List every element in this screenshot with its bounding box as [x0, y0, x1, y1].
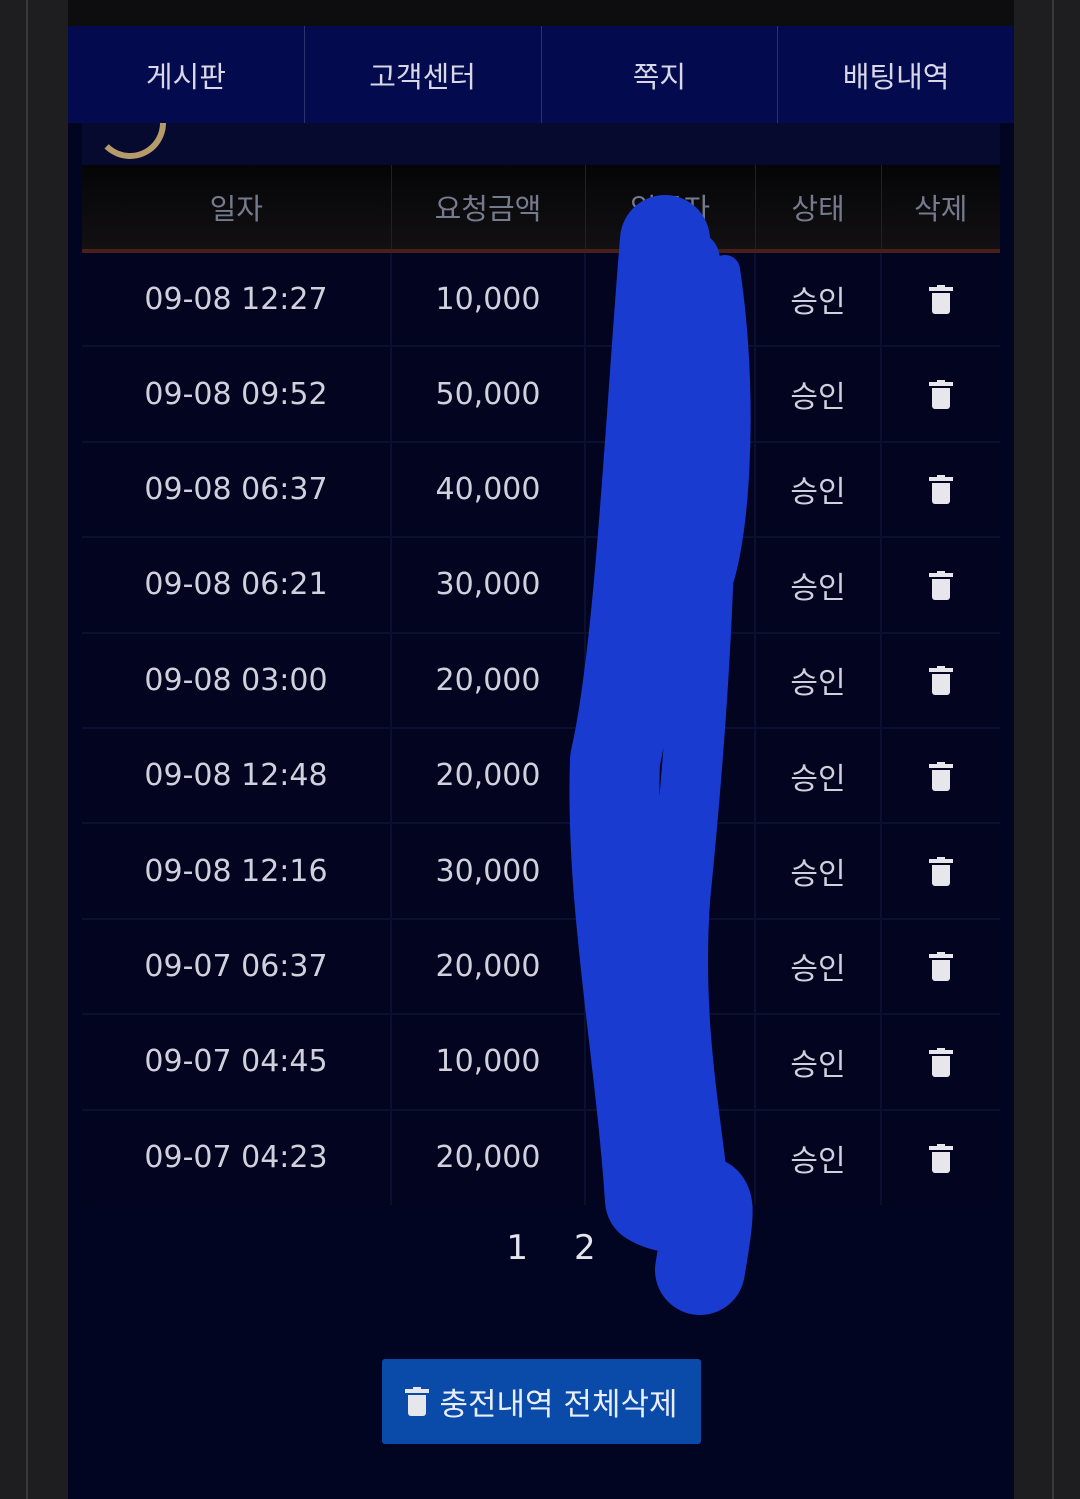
cell-depositor [585, 917, 756, 1015]
charge-history-table: 일자 요청금액 입금자 상태 삭제 09-08 12:27 10,000 승인 09-… [82, 165, 1000, 1205]
trash-icon[interactable] [929, 1143, 953, 1174]
cell-delete [881, 249, 1000, 347]
cell-status: 승인 [755, 345, 882, 442]
table-row: 09-08 12:48 20,000 승인 [82, 726, 1000, 824]
cell-date: 09-08 12:16 [82, 822, 392, 919]
trash-icon[interactable] [929, 285, 953, 315]
header-date: 일자 [82, 165, 392, 253]
cell-status: 승인 [755, 1013, 882, 1110]
cell-amount: 40,000 [391, 440, 586, 538]
cell-depositor [585, 1013, 756, 1110]
cell-date: 09-07 04:45 [82, 1013, 392, 1110]
cell-status: 승인 [755, 440, 882, 538]
cell-amount: 30,000 [391, 822, 586, 919]
cell-status: 승인 [755, 631, 882, 728]
cell-date: 09-07 04:23 [82, 1108, 392, 1205]
cell-amount: 10,000 [391, 249, 586, 347]
cell-amount: 20,000 [391, 631, 586, 728]
header-status: 상태 [755, 165, 882, 253]
cell-delete [881, 440, 1000, 538]
cell-delete [881, 917, 1000, 1015]
trash-icon[interactable] [929, 666, 953, 696]
cell-date: 09-08 09:52 [82, 345, 392, 442]
left-frame [0, 0, 68, 1499]
cell-depositor [585, 440, 756, 538]
cell-status: 승인 [755, 249, 882, 347]
cell-amount: 20,000 [391, 1108, 586, 1205]
cell-date: 09-08 12:27 [82, 249, 392, 347]
cell-depositor [585, 345, 756, 442]
nav-item-bet-history[interactable]: 배팅내역 [778, 26, 1014, 123]
ring-icon [94, 123, 166, 159]
main-nav: 게시판 고객센터 쪽지 배팅내역 [68, 26, 1014, 123]
delete-all-label: 충전내역 전체삭제 [439, 1387, 678, 1423]
table-row: 09-07 04:23 20,000 승인 [82, 1108, 1000, 1205]
trash-icon[interactable] [929, 475, 953, 505]
cell-depositor [585, 631, 756, 728]
cell-amount: 30,000 [391, 536, 586, 633]
table-row: 09-08 09:52 50,000 승인 [82, 345, 1000, 442]
page-link[interactable]: 2 [574, 1226, 596, 1270]
header-delete: 삭제 [881, 165, 1000, 253]
nav-item-customer-center[interactable]: 고객센터 [305, 26, 542, 123]
cell-delete [881, 1013, 1000, 1110]
cell-date: 09-08 06:37 [82, 440, 392, 538]
trash-icon[interactable] [929, 857, 953, 887]
table-row: 09-08 12:16 30,000 승인 [82, 822, 1000, 919]
cell-delete [881, 726, 1000, 824]
table-row: 09-08 12:27 10,000 승인 [82, 249, 1000, 347]
cell-amount: 20,000 [391, 917, 586, 1015]
cell-amount: 20,000 [391, 726, 586, 824]
table-row: 09-08 06:21 30,000 승인 [82, 536, 1000, 633]
trash-icon[interactable] [929, 1047, 953, 1078]
cell-depositor [585, 822, 756, 919]
cell-status: 승인 [755, 822, 882, 919]
cell-status: 승인 [755, 917, 882, 1015]
pagination: 1 2 [68, 1226, 1014, 1270]
cell-date: 09-08 12:48 [82, 726, 392, 824]
header-amount: 요청금액 [391, 165, 586, 253]
cell-delete [881, 1108, 1000, 1205]
cell-date: 09-08 03:00 [82, 631, 392, 728]
cell-date: 09-08 06:21 [82, 536, 392, 633]
cell-depositor [585, 249, 756, 347]
right-frame [1014, 0, 1080, 1499]
nav-item-messages[interactable]: 쪽지 [542, 26, 779, 123]
cell-delete [881, 345, 1000, 442]
trash-icon[interactable] [929, 761, 953, 792]
header-depositor: 입금자 [585, 165, 756, 253]
cell-depositor [585, 536, 756, 633]
cell-status: 승인 [755, 536, 882, 633]
table-header-row: 일자 요청금액 입금자 상태 삭제 [82, 165, 1000, 253]
trash-icon [405, 1386, 430, 1417]
cell-date: 09-07 06:37 [82, 917, 392, 1015]
table-row: 09-08 06:37 40,000 승인 [82, 440, 1000, 538]
page-link[interactable]: 1 [506, 1226, 528, 1270]
nav-item-board[interactable]: 게시판 [68, 26, 305, 123]
cell-amount: 10,000 [391, 1013, 586, 1110]
trash-icon[interactable] [929, 952, 953, 982]
cell-status: 승인 [755, 726, 882, 824]
table-row: 09-07 06:37 20,000 승인 [82, 917, 1000, 1015]
table-row: 09-07 04:45 10,000 승인 [82, 1013, 1000, 1110]
cell-delete [881, 631, 1000, 728]
page-title-strip [82, 123, 1000, 165]
cell-depositor [585, 726, 756, 824]
delete-all-button[interactable]: 충전내역 전체삭제 [382, 1359, 701, 1444]
top-bar [68, 0, 1014, 27]
app-container: 게시판 고객센터 쪽지 배팅내역 일자 요청금액 입금자 상태 삭제 09-08… [68, 0, 1014, 1499]
cell-depositor [585, 1108, 756, 1205]
table-row: 09-08 03:00 20,000 승인 [82, 631, 1000, 728]
cell-status: 승인 [755, 1108, 882, 1205]
cell-delete [881, 822, 1000, 919]
cell-delete [881, 536, 1000, 633]
trash-icon[interactable] [929, 380, 953, 410]
trash-icon[interactable] [929, 570, 953, 601]
cell-amount: 50,000 [391, 345, 586, 442]
